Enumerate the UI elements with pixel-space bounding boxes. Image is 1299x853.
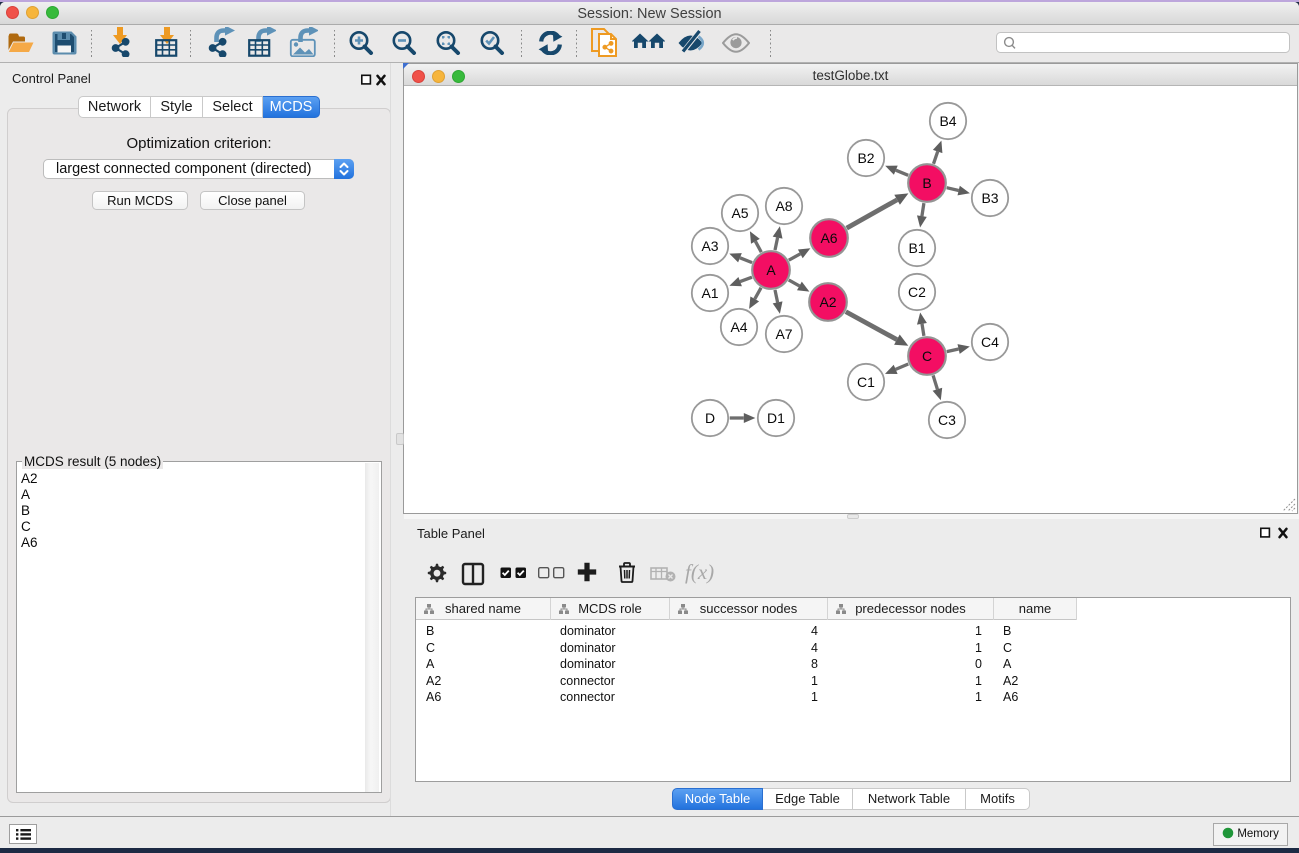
svg-text:C1: C1 — [857, 374, 875, 390]
svg-text:A1: A1 — [701, 285, 718, 301]
svg-text:A6: A6 — [820, 230, 837, 246]
svg-text:C3: C3 — [938, 412, 956, 428]
svg-text:A: A — [766, 262, 776, 278]
svg-text:A2: A2 — [819, 294, 836, 310]
svg-text:B2: B2 — [857, 150, 874, 166]
svg-text:D: D — [705, 410, 715, 426]
svg-text:C2: C2 — [908, 284, 926, 300]
svg-text:C: C — [922, 348, 932, 364]
svg-text:A4: A4 — [730, 319, 747, 335]
svg-text:A3: A3 — [701, 238, 718, 254]
svg-text:B1: B1 — [908, 240, 925, 256]
svg-text:A5: A5 — [731, 205, 748, 221]
svg-text:A7: A7 — [775, 326, 792, 342]
svg-text:D1: D1 — [767, 410, 785, 426]
svg-text:B: B — [922, 175, 931, 191]
svg-text:B4: B4 — [939, 113, 956, 129]
svg-text:C4: C4 — [981, 334, 999, 350]
svg-text:A8: A8 — [775, 198, 792, 214]
svg-text:B3: B3 — [981, 190, 998, 206]
